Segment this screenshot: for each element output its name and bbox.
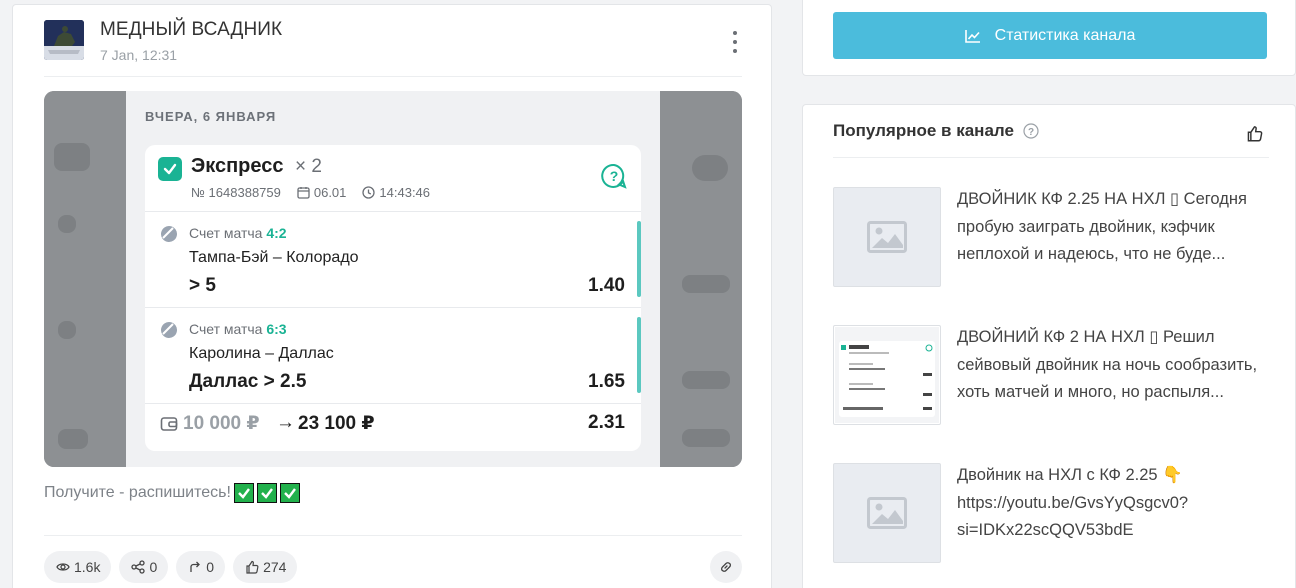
arrow-right-icon: → [276,412,295,433]
thumbs-up-icon[interactable] [1246,125,1263,147]
help-question-icon: ? [601,163,627,189]
bet-date-header: ВЧЕРА, 6 ЯНВАРЯ [145,109,277,124]
divider [44,535,742,536]
popular-item-text: ДВОЙНИЙ КФ 2 НА НХЛ ▯ Решил сейвовый дво… [957,328,1258,401]
popular-title: Популярное в канале ? [833,121,1039,141]
likes-counter[interactable]: 274 [233,551,298,583]
copy-link-button[interactable] [710,551,742,583]
post-card: МЕДНЫЙ ВСАДНИК 7 Jan, 12:31 ВЧЕРА, 6 ЯНВ… [12,4,772,588]
win-indicator [637,317,641,393]
bet-pick: Даллас > 2.5 [189,371,307,392]
bet-slip-thumbnail [833,325,941,425]
line-chart-icon [964,29,980,43]
thumbs-up-icon [246,560,259,574]
forward-icon [190,561,201,572]
popular-item-text: ДВОЙНИК КФ 2.25 НА НХЛ ▯ Сегодня пробую … [957,190,1247,263]
views-count: 1.6k [74,559,101,575]
popular-item-text: Двойник на НХЛ с КФ 2.25 👇 https://youtu… [957,466,1189,539]
bet-total-odd: 2.31 [588,412,625,433]
views-counter[interactable]: 1.6k [44,551,112,583]
bet-date: 06.01 [313,185,347,200]
post-caption: Получите - распишитесь! [44,484,231,501]
bet-payout: 23 100 ₽ [298,413,375,434]
popular-item[interactable]: ДВОЙНИК КФ 2.25 НА НХЛ ▯ Сегодня пробую … [833,187,1273,287]
check-mark-emoji [256,483,277,503]
hockey-puck-icon [161,322,177,338]
check-mark-emoji [279,483,300,503]
channel-name[interactable]: МЕДНЫЙ ВСАДНИК [100,19,282,41]
bet-market: Счет матча 4:2 [189,225,287,241]
hockey-puck-icon [161,226,177,242]
post-image[interactable]: ВЧЕРА, 6 ЯНВАРЯ Экспресс × 2 № 164838875… [44,91,742,467]
svg-text:?: ? [1028,127,1034,138]
bet-odd: 1.65 [588,371,625,392]
forwards-count: 0 [206,559,215,575]
win-indicator [637,221,641,297]
checkbox-icon [158,157,182,181]
bet-number: № 1648388759 [191,185,281,200]
blurred-right-edge [660,91,742,467]
bet-leg: Счет матча 6:3 Каролина – Даллас Даллас … [145,309,641,405]
post-timestamp: 7 Jan, 12:31 [100,47,178,63]
clock-icon [362,186,376,199]
bet-teams: Тампа-Бэй – Колорадо [189,249,359,266]
eye-icon [56,563,70,571]
popular-item[interactable]: Двойник на НХЛ с КФ 2.25 👇 https://youtu… [833,463,1273,563]
bet-meta: № 1648388759 06.01 14:43:46 [191,185,430,200]
bet-odd: 1.40 [588,275,625,296]
post-stats: 1.6k 0 0 274 [44,551,298,583]
bet-market: Счет матча 6:3 [189,321,287,337]
shares-count: 0 [149,559,158,575]
post-text: Получите - распишитесь! [44,483,300,503]
divider [145,211,641,212]
bet-slip-card: Экспресс × 2 № 1648388759 06.01 14:43:46… [145,145,641,451]
popular-posts-card: Популярное в канале ? ДВОЙНИК КФ 2.25 НА… [802,104,1296,588]
blurred-left-edge [44,91,126,467]
divider [44,76,742,77]
bet-slip-screenshot: ВЧЕРА, 6 ЯНВАРЯ Экспресс × 2 № 164838875… [126,91,660,467]
bet-leg: Счет матча 4:2 Тампа-Бэй – Колорадо > 5 … [145,213,641,309]
share-icon [131,560,146,574]
channel-stats-card: Статистика канала [802,0,1296,76]
bet-time: 14:43:46 [379,185,431,200]
likes-count: 274 [263,559,287,575]
divider [833,157,1269,158]
bet-multiplier: × 2 [295,156,322,177]
bet-type-title: Экспресс [191,155,284,177]
wallet-icon [160,417,178,431]
popular-item[interactable]: ДВОЙНИЙ КФ 2 НА НХЛ ▯ Решил сейвовый дво… [833,325,1273,425]
channel-stats-button[interactable]: Статистика канала [833,12,1267,59]
link-icon [720,562,732,572]
help-circle-icon[interactable]: ? [1023,123,1039,139]
bet-stake: 10 000 ₽ [183,413,260,434]
svg-text:?: ? [610,168,619,184]
bet-pick: > 5 [189,275,216,296]
channel-avatar[interactable] [44,20,84,60]
placeholder-image-icon [833,187,941,287]
check-mark-emoji [233,483,254,503]
shares-counter[interactable]: 0 [119,551,169,583]
forwards-counter[interactable]: 0 [176,551,226,583]
placeholder-image-icon [833,463,941,563]
more-options-icon[interactable] [729,31,741,53]
bet-total-row: 10 000 ₽ → 23 100 ₽ 2.31 [145,401,641,445]
popular-title-text: Популярное в канале [833,121,1014,140]
bet-teams: Каролина – Даллас [189,345,334,362]
divider [145,307,641,308]
calendar-icon [297,187,310,199]
stats-button-label: Статистика канала [994,26,1136,44]
